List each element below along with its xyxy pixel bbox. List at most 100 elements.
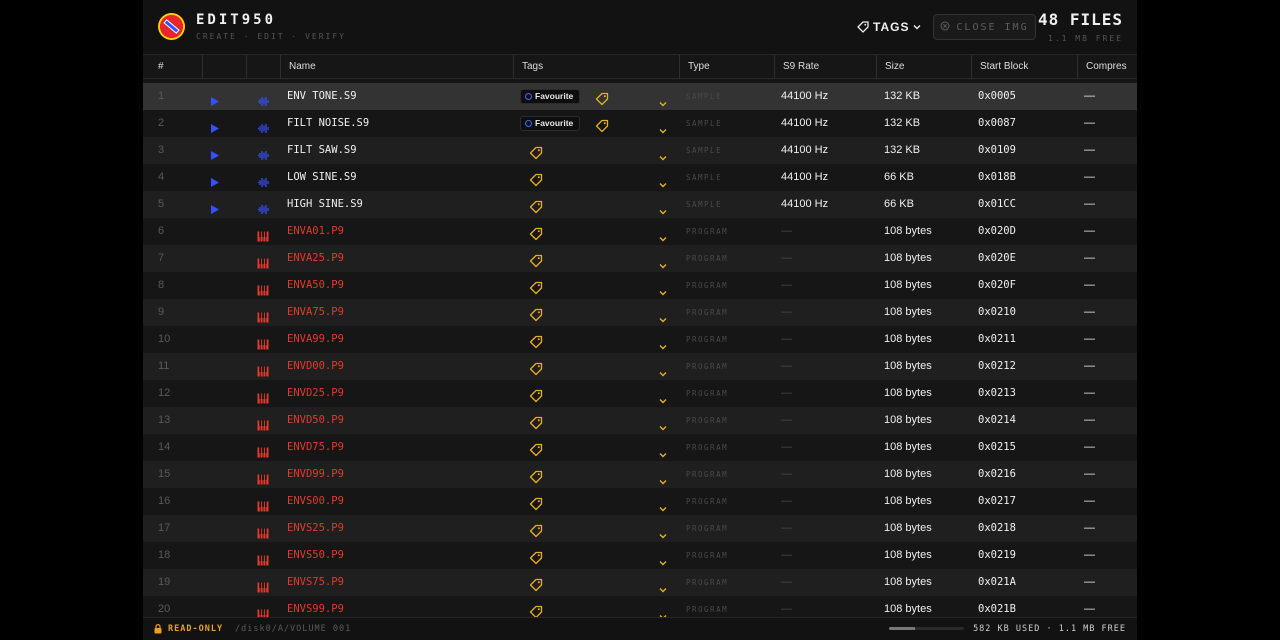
chevron-down-icon[interactable] — [659, 92, 667, 107]
table-row[interactable]: 17 ENVS25.P9 PROGRAM — 108 bytes 0x0218 — — [143, 515, 1137, 542]
add-tag-icon[interactable] — [595, 90, 609, 106]
favourite-tag[interactable]: Favourite — [520, 89, 581, 104]
add-tag-icon[interactable] — [529, 360, 543, 376]
column-header-kind[interactable] — [246, 55, 280, 79]
chevron-down-icon[interactable] — [659, 335, 667, 350]
table-row[interactable]: 20 ENVS99.P9 PROGRAM — 108 bytes 0x021B — — [143, 596, 1137, 617]
add-tag-icon[interactable] — [529, 387, 543, 403]
column-header-compression[interactable]: Compres — [1077, 55, 1137, 79]
table-row[interactable]: 1 ENV TONE.S9 Favourite SAMPLE 44100 Hz 132 K… — [143, 83, 1137, 110]
add-tag-icon[interactable] — [529, 468, 543, 484]
column-header-tags[interactable]: Tags — [513, 55, 679, 79]
chevron-down-icon[interactable] — [659, 578, 667, 593]
column-header-name[interactable]: Name — [280, 55, 513, 79]
chevron-down-icon[interactable] — [659, 470, 667, 485]
column-header-play[interactable] — [202, 55, 246, 79]
file-name[interactable]: ENVS99.P9 — [287, 596, 344, 617]
play-icon[interactable] — [209, 145, 220, 160]
file-name[interactable]: ENVA75.P9 — [287, 299, 344, 326]
chevron-down-icon[interactable] — [659, 362, 667, 377]
chevron-down-icon[interactable] — [659, 308, 667, 323]
file-name[interactable]: ENV TONE.S9 — [287, 83, 357, 110]
tags-filter-button[interactable]: TAGS — [857, 17, 921, 37]
file-name[interactable]: FILT SAW.S9 — [287, 137, 357, 164]
add-tag-icon[interactable] — [529, 522, 543, 538]
table-row[interactable]: 18 ENVS50.P9 PROGRAM — 108 bytes 0x0219 — — [143, 542, 1137, 569]
chevron-down-icon[interactable] — [659, 416, 667, 431]
file-name[interactable]: LOW SINE.S9 — [287, 164, 357, 191]
sample-rate: — — [781, 576, 792, 588]
chevron-down-icon[interactable] — [659, 200, 667, 215]
chevron-down-icon[interactable] — [659, 551, 667, 566]
column-header-size[interactable]: Size — [876, 55, 971, 79]
play-icon[interactable] — [209, 199, 220, 214]
file-name[interactable]: ENVA25.P9 — [287, 245, 344, 272]
chevron-down-icon[interactable] — [659, 146, 667, 161]
add-tag-icon[interactable] — [529, 252, 543, 268]
add-tag-icon[interactable] — [529, 441, 543, 457]
play-icon[interactable] — [209, 118, 220, 133]
table-row[interactable]: 7 ENVA25.P9 PROGRAM — 108 bytes 0x020E — — [143, 245, 1137, 272]
file-name[interactable]: HIGH SINE.S9 — [287, 191, 363, 218]
column-header-type[interactable]: Type — [679, 55, 774, 79]
file-name[interactable]: FILT NOISE.S9 — [287, 110, 369, 137]
add-tag-icon[interactable] — [529, 306, 543, 322]
table-row[interactable]: 14 ENVD75.P9 PROGRAM — 108 bytes 0x0215 — — [143, 434, 1137, 461]
file-name[interactable]: ENVD50.P9 — [287, 407, 344, 434]
favourite-tag[interactable]: Favourite — [520, 116, 581, 131]
file-name[interactable]: ENVA01.P9 — [287, 218, 344, 245]
table-row[interactable]: 10 ENVA99.P9 PROGRAM — 108 bytes 0x0211 — — [143, 326, 1137, 353]
table-row[interactable]: 11 ENVD00.P9 PROGRAM — 108 bytes 0x0212 — — [143, 353, 1137, 380]
chevron-down-icon[interactable] — [659, 497, 667, 512]
add-tag-icon[interactable] — [595, 117, 609, 133]
add-tag-icon[interactable] — [529, 576, 543, 592]
add-tag-icon[interactable] — [529, 171, 543, 187]
chevron-down-icon[interactable] — [659, 524, 667, 539]
chevron-down-icon[interactable] — [659, 389, 667, 404]
table-row[interactable]: 5 HIGH SINE.S9 SAMPLE 44100 Hz 66 KB 0x01CC — — [143, 191, 1137, 218]
table-row[interactable]: 8 ENVA50.P9 PROGRAM — 108 bytes 0x020F — — [143, 272, 1137, 299]
add-tag-icon[interactable] — [529, 414, 543, 430]
file-name[interactable]: ENVD75.P9 — [287, 434, 344, 461]
file-name[interactable]: ENVD00.P9 — [287, 353, 344, 380]
add-tag-icon[interactable] — [529, 549, 543, 565]
add-tag-icon[interactable] — [529, 279, 543, 295]
table-row[interactable]: 9 ENVA75.P9 PROGRAM — 108 bytes 0x0210 — — [143, 299, 1137, 326]
table-row[interactable]: 2 FILT NOISE.S9 Favourite SAMPLE 44100 Hz 132… — [143, 110, 1137, 137]
chevron-down-icon[interactable] — [659, 281, 667, 296]
add-tag-icon[interactable] — [529, 333, 543, 349]
file-name[interactable]: ENVD25.P9 — [287, 380, 344, 407]
table-row[interactable]: 3 FILT SAW.S9 SAMPLE 44100 Hz 132 KB 0x0109 — — [143, 137, 1137, 164]
file-name[interactable]: ENVS00.P9 — [287, 488, 344, 515]
chevron-down-icon[interactable] — [659, 227, 667, 242]
table-row[interactable]: 16 ENVS00.P9 PROGRAM — 108 bytes 0x0217 — — [143, 488, 1137, 515]
play-icon[interactable] — [209, 91, 220, 106]
column-header-number[interactable]: # — [150, 55, 202, 79]
file-name[interactable]: ENVS50.P9 — [287, 542, 344, 569]
table-row[interactable]: 12 ENVD25.P9 PROGRAM — 108 bytes 0x0213 — — [143, 380, 1137, 407]
play-icon[interactable] — [209, 172, 220, 187]
chevron-down-icon[interactable] — [659, 119, 667, 134]
add-tag-icon[interactable] — [529, 198, 543, 214]
file-name[interactable]: ENVD99.P9 — [287, 461, 344, 488]
table-row[interactable]: 15 ENVD99.P9 PROGRAM — 108 bytes 0x0216 — — [143, 461, 1137, 488]
add-tag-icon[interactable] — [529, 603, 543, 617]
add-tag-icon[interactable] — [529, 144, 543, 160]
file-name[interactable]: ENVA99.P9 — [287, 326, 344, 353]
chevron-down-icon[interactable] — [659, 173, 667, 188]
file-name[interactable]: ENVS25.P9 — [287, 515, 344, 542]
table-row[interactable]: 4 LOW SINE.S9 SAMPLE 44100 Hz 66 KB 0x018B — — [143, 164, 1137, 191]
chevron-down-icon[interactable] — [659, 605, 667, 617]
add-tag-icon[interactable] — [529, 225, 543, 241]
file-name[interactable]: ENVS75.P9 — [287, 569, 344, 596]
table-row[interactable]: 13 ENVD50.P9 PROGRAM — 108 bytes 0x0214 — — [143, 407, 1137, 434]
table-row[interactable]: 19 ENVS75.P9 PROGRAM — 108 bytes 0x021A — — [143, 569, 1137, 596]
chevron-down-icon[interactable] — [659, 254, 667, 269]
close-img-button[interactable]: CLOSE IMG — [933, 14, 1036, 40]
add-tag-icon[interactable] — [529, 495, 543, 511]
file-name[interactable]: ENVA50.P9 — [287, 272, 344, 299]
table-row[interactable]: 6 ENVA01.P9 PROGRAM — 108 bytes 0x020D — — [143, 218, 1137, 245]
column-header-rate[interactable]: S9 Rate — [774, 55, 876, 79]
chevron-down-icon[interactable] — [659, 443, 667, 458]
column-header-start-block[interactable]: Start Block — [971, 55, 1077, 79]
